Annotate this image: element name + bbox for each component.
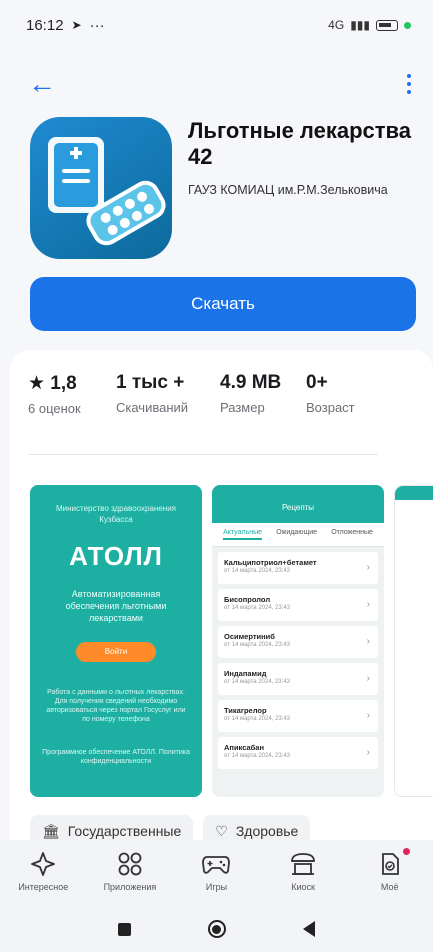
nav-mine[interactable]: Моё	[350, 848, 430, 892]
list-item: Тикагрелор от 14 марта 2024, 23:43	[218, 700, 378, 732]
notification-dot	[402, 848, 410, 855]
screenshot-3[interactable]	[394, 485, 433, 797]
developer-name[interactable]: ГАУЗ КОМИАЦ им.Р.М.Зельковича	[188, 183, 428, 197]
app-icon	[30, 117, 172, 259]
top-bar: ←	[0, 62, 433, 106]
status-bar: 16:12 ➤ ··· 4G ▮▮▮	[0, 0, 433, 50]
recents-icon[interactable]	[118, 922, 132, 936]
back-icon[interactable]	[302, 921, 315, 937]
bank-icon: 🏛︎	[42, 822, 60, 839]
stat-age: 0+ Возраст	[306, 372, 355, 415]
home-icon[interactable]	[207, 920, 226, 938]
more-options-icon[interactable]	[407, 74, 411, 94]
list-item: Бисопролол от 14 марта 2024, 23:43	[218, 589, 378, 621]
stat-rating[interactable]: ★ 1,8 6 оценок	[28, 372, 116, 416]
status-extra: ···	[89, 16, 105, 34]
list-item: Кальципотриол+бетамет от 14 марта 2024, 2…	[218, 552, 378, 584]
app-title: Льготные лекарства 42	[188, 118, 412, 169]
list-item: Апиксабан от 14 марта 2024, 23:43	[218, 737, 378, 769]
apps-icon	[115, 850, 145, 878]
system-nav-bar	[0, 906, 433, 952]
stats-row: ★ 1,8 6 оценок 1 тыс + Скачиваний 4.9 MB…	[28, 372, 386, 416]
download-button[interactable]: Скачать	[30, 277, 416, 331]
nav-interesting[interactable]: Интересное	[3, 850, 83, 892]
heart-icon: ♡	[215, 822, 228, 839]
location-arrow-icon: ➤	[71, 18, 82, 32]
status-time: 16:12	[26, 16, 64, 34]
network-label: 4G	[328, 18, 345, 32]
nav-apps[interactable]: Приложения	[90, 850, 170, 892]
divider	[28, 454, 378, 455]
screenshots-carousel[interactable]: Министерство здравоохранения Кузбасса АТ…	[30, 485, 433, 797]
profile-icon	[375, 850, 405, 878]
diamond-icon	[28, 850, 58, 878]
nav-kiosk[interactable]: Киоск	[263, 850, 343, 892]
kiosk-icon	[288, 850, 318, 878]
gamepad-icon	[201, 850, 231, 878]
nav-games[interactable]: Игры	[176, 850, 256, 892]
bottom-nav: Интересное Приложения Игры Киоск Моё	[0, 840, 433, 906]
list-item: Осимертиниб от 14 марта 2024, 23:43	[218, 626, 378, 658]
screenshot-1[interactable]: Министерство здравоохранения Кузбасса АТ…	[30, 485, 202, 797]
screenshot-2[interactable]: Рецепты Актуальные Ожидающие Отложенные …	[212, 485, 384, 797]
back-arrow-icon[interactable]: ←	[28, 70, 56, 98]
stat-size: 4.9 MB Размер	[220, 372, 282, 415]
list-item: Индапамид от 14 марта 2024, 23:43	[218, 663, 378, 695]
stat-downloads: 1 тыс + Скачиваний	[116, 372, 189, 415]
privacy-dot-icon	[404, 21, 411, 29]
battery-icon	[376, 19, 398, 31]
signal-icon: ▮▮▮	[350, 18, 370, 32]
